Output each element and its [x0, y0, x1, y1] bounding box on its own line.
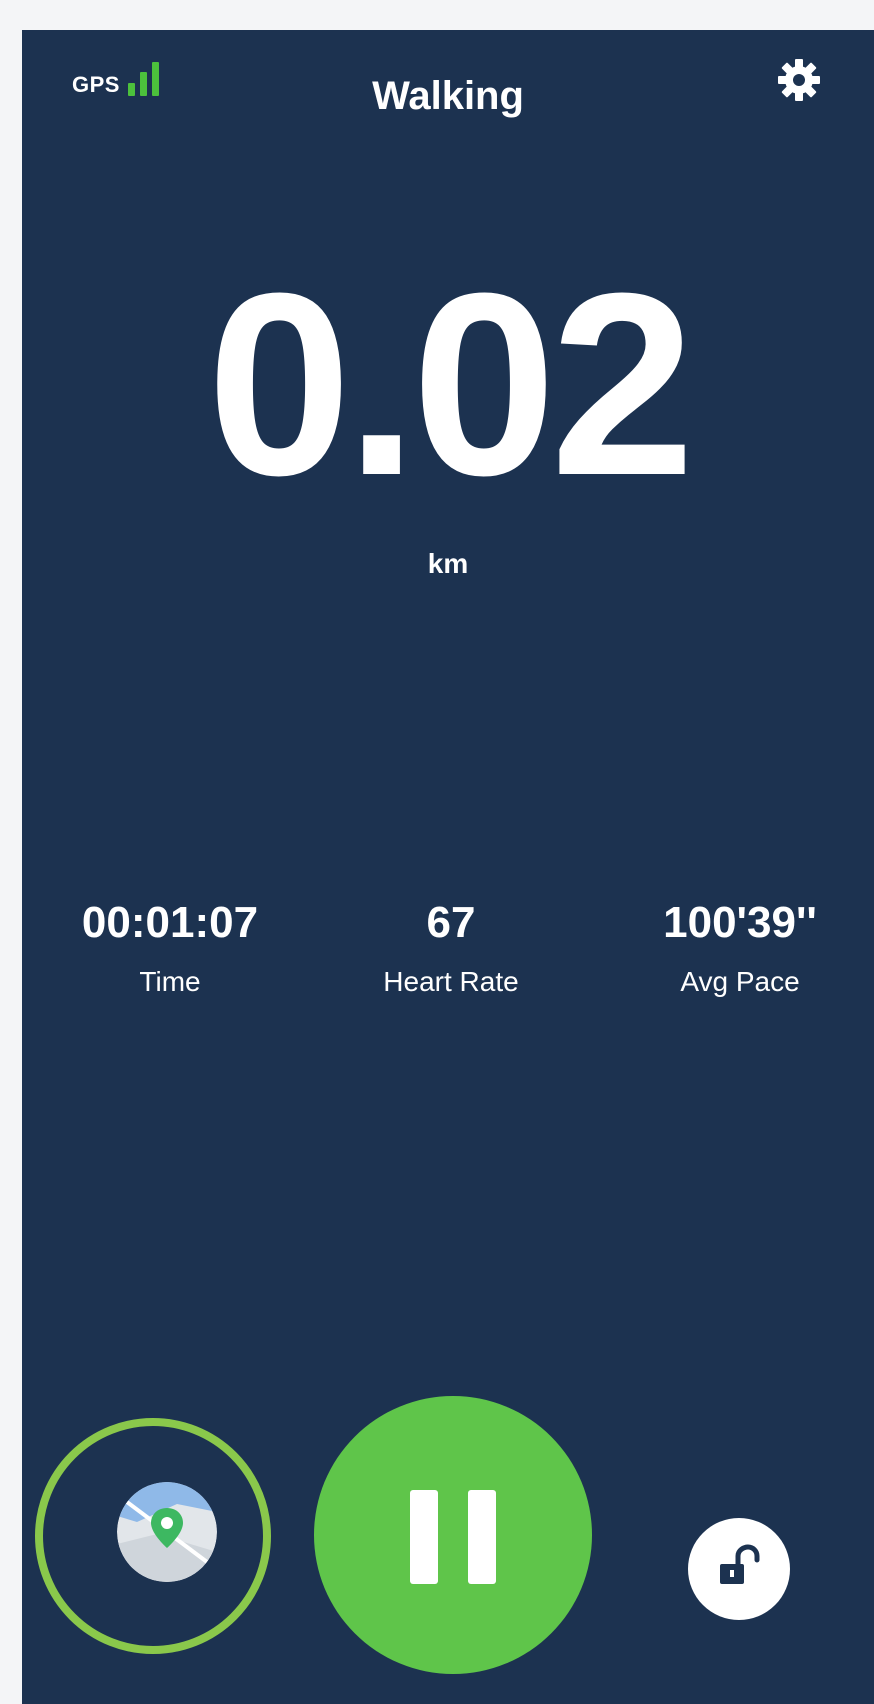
activity-title: Walking: [372, 74, 524, 118]
stat-heart-rate: 67 Heart Rate: [326, 898, 576, 998]
time-label: Time: [139, 966, 201, 997]
heart-rate-label: Heart Rate: [383, 966, 519, 997]
pause-icon: [468, 1490, 496, 1584]
map-pin-icon: [117, 1482, 217, 1582]
pause-button[interactable]: [314, 1396, 592, 1674]
pause-icon: [410, 1490, 438, 1584]
gear-icon[interactable]: [774, 55, 824, 105]
avg-pace-value: 100'39'': [663, 898, 817, 947]
distance-value: 0.02: [206, 240, 695, 530]
time-value: 00:01:07: [81, 898, 259, 947]
stat-time: 00:01:07 Time: [45, 898, 295, 998]
heart-rate-value: 67: [426, 898, 476, 947]
distance-unit: km: [427, 548, 469, 579]
avg-pace-label: Avg Pace: [680, 966, 800, 997]
stat-avg-pace: 100'39'' Avg Pace: [615, 898, 865, 998]
unlock-icon: [720, 1544, 760, 1584]
map-button[interactable]: [117, 1482, 217, 1582]
lock-button[interactable]: [688, 1518, 790, 1620]
tracking-screen: GPS Walking 0.02 km 00:01:07 Time 67 Hea…: [22, 30, 874, 1704]
